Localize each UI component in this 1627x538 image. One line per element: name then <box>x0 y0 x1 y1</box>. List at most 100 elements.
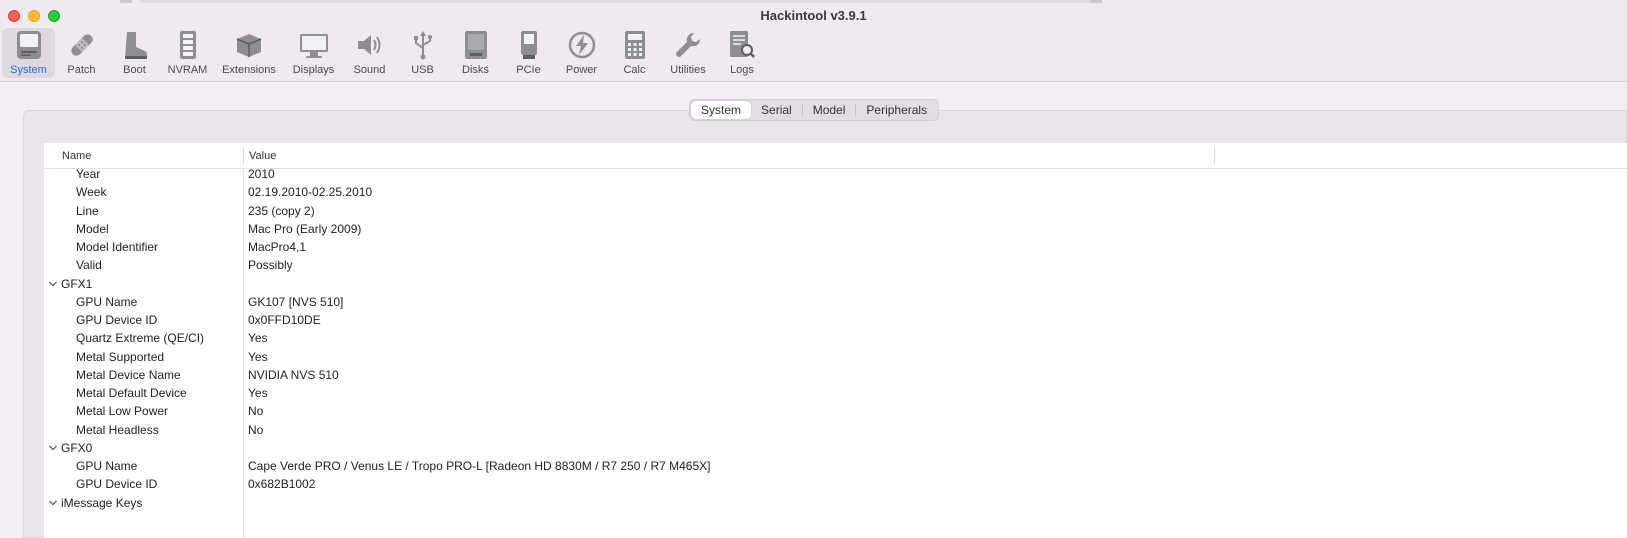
row-value: Possibly <box>248 258 293 273</box>
row-name: Quartz Extreme (QE/CI) <box>76 331 205 346</box>
toolbar-disks[interactable]: Disks <box>449 28 502 78</box>
row-value: Yes <box>248 331 268 346</box>
toolbar-extensions[interactable]: Extensions <box>214 28 284 78</box>
toolbar-label: Extensions <box>222 64 276 76</box>
column-header-value[interactable]: Value <box>249 150 276 162</box>
boot-icon <box>119 29 151 61</box>
pcie-card-icon <box>513 29 545 61</box>
bandage-icon <box>66 29 98 61</box>
toolbar-label: Utilities <box>670 64 706 76</box>
toolbar-displays[interactable]: Displays <box>284 28 343 78</box>
row-name: Week <box>76 185 107 200</box>
row-name: Model <box>76 221 109 236</box>
table-row[interactable]: GPU Device ID 0x0FFD10DE <box>44 311 1627 329</box>
window-title: Hackintool v3.9.1 <box>760 8 867 23</box>
tab-serial[interactable]: Serial <box>751 101 802 119</box>
row-value: 2010 <box>248 167 275 181</box>
row-name: Metal Default Device <box>76 386 187 400</box>
column-header-name[interactable]: Name <box>62 150 91 162</box>
column-divider[interactable] <box>243 147 244 164</box>
tab-bar: System Serial Model Peripherals <box>689 99 940 121</box>
tab-system[interactable]: System <box>691 101 752 119</box>
row-name: Valid <box>76 258 102 273</box>
table-row[interactable]: Metal Default Device Yes <box>44 384 1627 402</box>
table-row[interactable]: GPU Name Cape Verde PRO / Venus LE / Trop… <box>44 457 1627 475</box>
toolbar-boot[interactable]: Boot <box>108 28 161 78</box>
toolbar-label: USB <box>411 64 434 76</box>
table-row[interactable]: Valid Possibly <box>44 256 1627 274</box>
table-row[interactable]: Metal Headless No <box>44 421 1627 439</box>
row-value: Mac Pro (Early 2009) <box>248 221 362 236</box>
toolbar-label: NVRAM <box>167 64 208 76</box>
row-value: No <box>248 404 264 419</box>
toolbar-power[interactable]: Power <box>555 28 608 78</box>
row-name: iMessage Keys <box>61 495 143 510</box>
chevron-down-icon[interactable] <box>48 498 58 508</box>
power-bolt-icon <box>566 29 598 61</box>
table-row[interactable]: Week 02.19.2010-02.25.2010 <box>44 183 1627 201</box>
table-group-row[interactable]: iMessage Keys <box>44 494 1627 512</box>
toolbar-sound[interactable]: Sound <box>343 28 396 78</box>
row-value: MacPro4,1 <box>248 240 307 254</box>
row-name: GPU Device ID <box>76 313 158 327</box>
table-row[interactable]: Line 235 (copy 2) <box>44 202 1627 220</box>
row-value: Cape Verde PRO / Venus LE / Tropo PRO-L … <box>248 459 711 473</box>
toolbar-usb[interactable]: USB <box>396 28 449 78</box>
row-value: Yes <box>248 349 268 364</box>
table-row[interactable]: Quartz Extreme (QE/CI) Yes <box>44 329 1627 347</box>
toolbar-logs[interactable]: Logs <box>715 28 769 78</box>
speaker-icon <box>354 29 386 61</box>
main-toolbar: System Patch Boot NVRAM Extensions Displ… <box>2 28 769 78</box>
system-info-table: Name Value Year 2010 Week 02.19.2010-02.25.… <box>44 143 1627 538</box>
row-value: GK107 [NVS 510] <box>248 294 344 309</box>
memory-icon <box>172 29 204 61</box>
row-value: 0x682B1002 <box>248 477 316 492</box>
background-window-strip <box>140 0 1090 3</box>
chevron-down-icon[interactable] <box>48 279 58 289</box>
row-name: Metal Headless <box>76 422 159 437</box>
toolbar-label: Sound <box>353 64 386 76</box>
row-name: Line <box>76 203 99 218</box>
row-name: Metal Supported <box>76 349 165 364</box>
toolbar-pcie[interactable]: PCIe <box>502 28 555 78</box>
toolbar-patch[interactable]: Patch <box>55 28 108 78</box>
toolbar-label: Patch <box>67 64 96 76</box>
toolbar-label: Displays <box>292 64 335 76</box>
row-value: 02.19.2010-02.25.2010 <box>248 185 373 200</box>
computer-icon <box>13 29 45 61</box>
calculator-icon <box>619 29 651 61</box>
toolbar-system[interactable]: System <box>2 28 55 78</box>
toolbar-calc[interactable]: Calc <box>608 28 661 78</box>
table-row[interactable]: Metal Low Power No <box>44 402 1627 420</box>
table-row[interactable]: GPU Device ID 0x682B1002 <box>44 475 1627 493</box>
column-divider[interactable] <box>1214 147 1215 164</box>
row-value: NVIDIA NVS 510 <box>248 367 339 382</box>
table-row[interactable]: Year 2010 <box>44 165 1627 183</box>
toolbar-label: Boot <box>123 64 146 76</box>
row-value: No <box>248 422 264 437</box>
toolbar-nvram[interactable]: NVRAM <box>161 28 214 78</box>
table-row[interactable]: Metal Device Name NVIDIA NVS 510 <box>44 366 1627 384</box>
chevron-down-icon[interactable] <box>48 443 58 453</box>
tab-model[interactable]: Model <box>803 101 856 119</box>
table-row[interactable]: Model Identifier MacPro4,1 <box>44 238 1627 256</box>
title-bar: Hackintool v3.9.1 System Patch Boot NVRA… <box>0 0 1627 82</box>
tab-peripherals[interactable]: Peripherals <box>856 101 937 119</box>
box-icon <box>233 29 265 61</box>
row-name: GFX1 <box>61 276 93 291</box>
table-row[interactable]: GPU Name GK107 [NVS 510] <box>44 293 1627 311</box>
table-group-row[interactable]: GFX0 <box>44 439 1627 457</box>
toolbar-label: PCIe <box>516 64 541 76</box>
row-name: Model Identifier <box>76 240 159 254</box>
table-group-row[interactable]: GFX1 <box>44 275 1627 293</box>
table-body: Year 2010 Week 02.19.2010-02.25.2010 Line 235… <box>44 165 1627 512</box>
toolbar-utilities[interactable]: Utilities <box>661 28 715 78</box>
row-name: GPU Name <box>76 294 138 309</box>
table-row[interactable]: Model Mac Pro (Early 2009) <box>44 220 1627 238</box>
row-name: Metal Low Power <box>76 404 169 419</box>
display-icon <box>298 29 330 61</box>
row-name: GFX0 <box>61 440 93 455</box>
row-value: Yes <box>248 386 268 400</box>
usb-icon <box>407 29 439 61</box>
table-row[interactable]: Metal Supported Yes <box>44 348 1627 366</box>
